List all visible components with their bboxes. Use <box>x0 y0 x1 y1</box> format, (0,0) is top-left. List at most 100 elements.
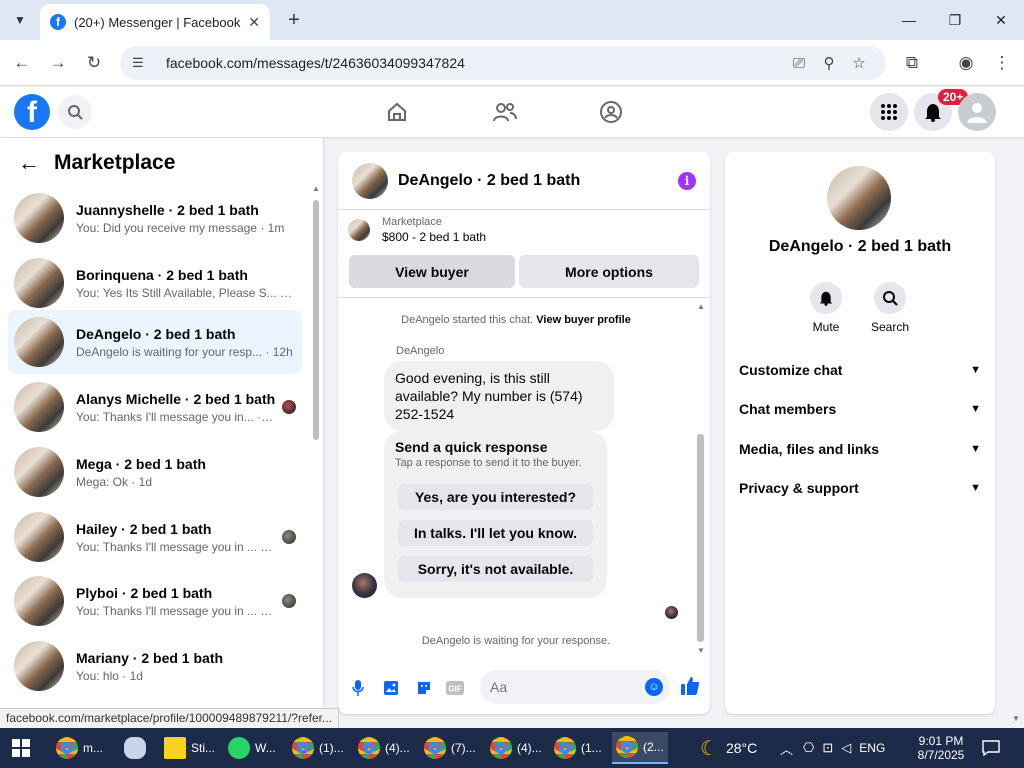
chat-title[interactable]: DeAngelo · 2 bed 1 bath <box>398 172 678 190</box>
profile-icon[interactable]: ◉ <box>954 51 978 75</box>
chat-scroll-down-icon[interactable]: ▼ <box>697 646 705 655</box>
conversation-item[interactable]: Mega · 2 bed 1 bath Mega: Ok · 1d <box>8 440 302 504</box>
extensions-puzzle-icon[interactable]: ⧉ <box>900 51 924 75</box>
search-icon[interactable] <box>874 282 906 314</box>
start-button[interactable] <box>8 732 34 764</box>
microphone-icon[interactable] <box>348 678 368 698</box>
home-icon[interactable] <box>384 99 410 125</box>
taskbar-chrome-window[interactable]: (1)... <box>288 732 348 764</box>
mute-action[interactable]: Mute <box>796 282 856 334</box>
tab-title: (20+) Messenger | Facebook <box>74 14 241 30</box>
camera-icon[interactable]: ⎔ <box>803 740 814 756</box>
network-icon[interactable]: ⊡ <box>822 740 833 756</box>
taskbar-chrome-window[interactable]: (7)... <box>420 732 480 764</box>
conversation-item-active[interactable]: DeAngelo · 2 bed 1 bath DeAngelo is waiti… <box>8 310 302 374</box>
quick-reply-button[interactable]: Sorry, it's not available. <box>398 556 593 582</box>
minimize-icon[interactable]: — <box>886 6 932 34</box>
friends-icon[interactable] <box>492 99 518 125</box>
conversation-item[interactable]: Hailey · 2 bed 1 bath You: Thanks I'll me… <box>8 505 302 569</box>
browser-tab[interactable]: f (20+) Messenger | Facebook ✕ <box>40 4 270 40</box>
listing-avatar <box>14 193 64 243</box>
tab-close-icon[interactable]: ✕ <box>248 14 260 31</box>
contact-avatar[interactable] <box>827 166 891 230</box>
sticker-icon[interactable] <box>414 678 434 698</box>
conversation-item[interactable]: Juannyshelle · 2 bed 1 bath You: Did you … <box>8 186 302 250</box>
message-composer: GIF ☺ <box>338 664 710 710</box>
show-hidden-icons-chevron-icon[interactable]: ︿ <box>780 739 793 758</box>
scroll-up-arrow-icon[interactable]: ▲ <box>312 184 320 193</box>
view-buyer-profile-link[interactable]: View buyer profile <box>536 314 631 326</box>
taskbar-chrome-window[interactable]: (4)... <box>354 732 414 764</box>
taskbar-chrome-window[interactable]: (4)... <box>486 732 546 764</box>
taskbar-whatsapp-app[interactable]: W... <box>224 732 280 764</box>
link-status-bar: facebook.com/marketplace/profile/1000094… <box>0 708 339 728</box>
input-language[interactable]: ENG <box>859 741 885 755</box>
conversation-snippet: You: Thanks I'll message you in... · 23h <box>76 409 276 424</box>
chat-details-panel: DeAngelo · 2 bed 1 bath Mute Search Cust… <box>725 152 995 714</box>
fb-search-icon[interactable] <box>58 95 92 129</box>
url-text[interactable]: facebook.com/messages/t/2463603409934782… <box>166 55 784 71</box>
more-options-button[interactable]: More options <box>519 255 699 288</box>
sender-avatar[interactable] <box>352 573 377 598</box>
conversation-item[interactable]: Plyboi · 2 bed 1 bath You: Thanks I'll me… <box>8 569 302 633</box>
chevron-down-icon: ▼ <box>970 364 981 376</box>
conversation-item[interactable]: Borinquena · 2 bed 1 bath You: Yes Its St… <box>8 251 302 315</box>
bookmark-star-icon[interactable]: ☆ <box>844 54 874 72</box>
gif-icon[interactable]: GIF <box>445 678 465 698</box>
bell-icon[interactable] <box>810 282 842 314</box>
customize-chat-section[interactable]: Customize chat ▼ <box>739 362 981 378</box>
listing-avatar <box>14 447 64 497</box>
zoom-icon[interactable]: ⚲ <box>814 54 844 72</box>
back-arrow-icon[interactable]: ← <box>10 51 34 75</box>
view-buyer-button[interactable]: View buyer <box>349 255 515 288</box>
message-input[interactable] <box>480 670 670 704</box>
browser-tab-bar: ▼ f (20+) Messenger | Facebook ✕ + — ❐ ✕ <box>0 0 1024 40</box>
conversation-item[interactable]: Mariany · 2 bed 1 bath You: hlo · 1d <box>8 634 302 698</box>
tab-search-chevron-icon[interactable]: ▼ <box>8 8 32 32</box>
quick-reply-button[interactable]: Yes, are you interested? <box>398 484 593 510</box>
taskbar-paint-app[interactable] <box>120 732 155 764</box>
chat-scroll-up-icon[interactable]: ▲ <box>697 302 705 311</box>
taskbar-sticky-notes-app[interactable]: Sti... <box>160 732 219 764</box>
page-scroll-down-icon[interactable]: ▼ <box>1012 714 1020 723</box>
taskbar-chrome-app[interactable]: m... <box>52 732 107 764</box>
conversation-snippet: DeAngelo is waiting for your resp... · 1… <box>76 344 293 359</box>
sender-name: DeAngelo <box>396 345 445 357</box>
menu-grid-icon[interactable] <box>870 93 908 131</box>
privacy-support-section[interactable]: Privacy & support ▼ <box>739 480 981 496</box>
search-action[interactable]: Search <box>860 282 920 334</box>
emoji-icon[interactable]: ☺ <box>645 678 663 696</box>
thumbs-up-like-icon[interactable] <box>680 676 700 702</box>
back-arrow-icon[interactable]: ← <box>18 150 40 176</box>
info-icon[interactable]: i <box>678 171 696 190</box>
browser-menu-icon[interactable]: ⋮ <box>990 51 1014 75</box>
chat-scrollbar[interactable] <box>697 434 704 642</box>
install-app-icon[interactable]: ⎚ <box>784 55 814 72</box>
window-close-icon[interactable]: ✕ <box>978 6 1024 34</box>
reload-icon[interactable]: ↻ <box>82 51 106 75</box>
listing-summary[interactable]: Marketplace $800 - 2 bed 1 bath <box>348 216 486 244</box>
chat-members-section[interactable]: Chat members ▼ <box>739 401 981 417</box>
media-files-links-section[interactable]: Media, files and links ▼ <box>739 441 981 457</box>
groups-icon[interactable] <box>598 99 624 125</box>
search-label: Search <box>870 320 910 334</box>
weather-widget[interactable]: ☾ 28°C <box>700 728 757 768</box>
quick-reply-button[interactable]: In talks. I'll let you know. <box>398 520 593 546</box>
chat-avatar[interactable] <box>352 162 388 199</box>
buyer-mini-avatar <box>282 594 296 608</box>
volume-icon[interactable]: ◁ <box>841 740 851 756</box>
forward-arrow-icon[interactable]: → <box>46 51 70 75</box>
address-bar[interactable]: ☰ facebook.com/messages/t/24636034099347… <box>120 46 886 80</box>
clock[interactable]: 9:01 PM 8/7/2025 <box>906 728 976 768</box>
account-avatar-icon[interactable] <box>958 93 996 131</box>
taskbar-chrome-window[interactable]: (1... <box>550 732 606 764</box>
maximize-icon[interactable]: ❐ <box>932 6 978 34</box>
conversation-item[interactable]: Alanys Michelle · 2 bed 1 bath You: Thank… <box>8 375 302 439</box>
site-info-icon[interactable]: ☰ <box>132 55 152 71</box>
notifications-center-icon[interactable] <box>982 728 1000 768</box>
photo-attach-icon[interactable] <box>381 678 401 698</box>
new-tab-plus-icon[interactable]: + <box>282 8 306 32</box>
facebook-logo-icon[interactable]: f <box>14 94 50 130</box>
conversation-list-scrollbar[interactable] <box>313 200 319 440</box>
taskbar-chrome-window-active[interactable]: (2... <box>612 732 668 764</box>
